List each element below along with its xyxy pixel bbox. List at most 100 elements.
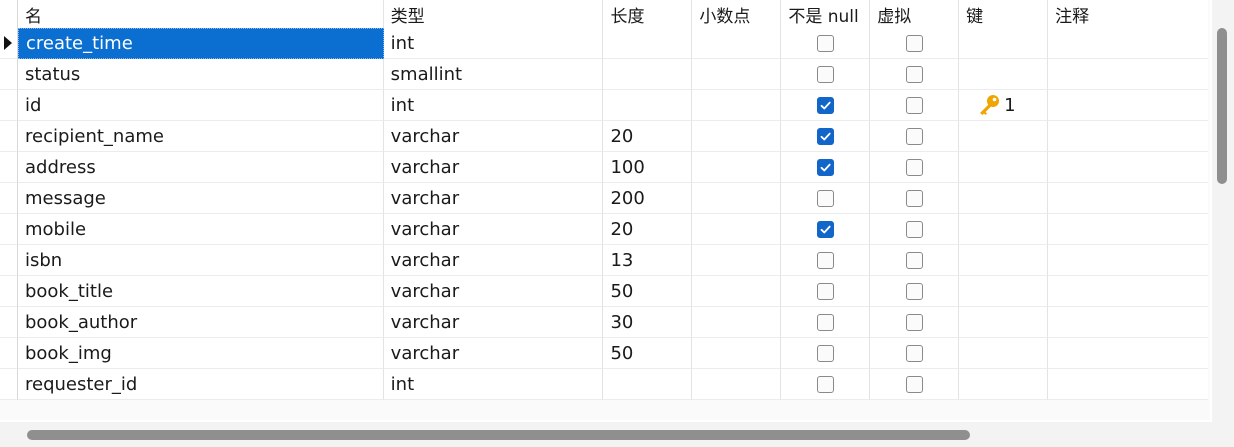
header-decimals[interactable]: 小数点 [692,0,782,28]
table-row[interactable]: status smallint [0,59,1208,90]
row-indicator-cell[interactable] [0,245,18,276]
comment-cell[interactable] [1048,245,1208,276]
table-row[interactable]: book_author varchar 30 [0,307,1208,338]
field-decimals-cell[interactable] [692,214,782,245]
not-null-checkbox[interactable] [816,34,834,52]
key-cell[interactable] [959,214,1049,245]
field-type-cell[interactable]: varchar [383,276,604,307]
field-decimals-cell[interactable] [692,152,782,183]
field-decimals-cell[interactable] [692,90,782,121]
key-cell[interactable] [959,245,1049,276]
not-null-checkbox[interactable] [816,189,834,207]
field-decimals-cell[interactable] [692,338,782,369]
row-indicator-cell[interactable] [0,214,18,245]
field-type-cell[interactable]: int [383,90,604,121]
header-virtual[interactable]: 虚拟 [870,0,960,28]
table-row[interactable]: address varchar 100 [0,152,1208,183]
key-cell[interactable] [959,28,1049,59]
table-row[interactable]: mobile varchar 20 [0,214,1208,245]
comment-cell[interactable] [1048,307,1208,338]
comment-cell[interactable] [1048,28,1208,59]
field-name-cell[interactable]: isbn [17,245,384,276]
row-indicator-cell[interactable] [0,59,18,90]
row-indicator-cell[interactable] [0,369,18,400]
virtual-checkbox[interactable] [905,158,923,176]
comment-cell[interactable] [1048,90,1208,121]
field-name-cell[interactable]: recipient_name [17,121,384,152]
field-name-cell[interactable]: mobile [17,214,384,245]
field-decimals-cell[interactable] [692,121,782,152]
not-null-checkbox[interactable] [816,127,834,145]
virtual-checkbox[interactable] [905,313,923,331]
row-indicator-cell[interactable] [0,183,18,214]
key-cell[interactable] [959,59,1049,90]
field-type-cell[interactable]: int [383,28,604,59]
virtual-checkbox[interactable] [905,127,923,145]
key-cell[interactable]: 1 [959,90,1049,121]
field-length-cell[interactable]: 20 [603,214,693,245]
virtual-checkbox[interactable] [905,344,923,362]
field-decimals-cell[interactable] [692,183,782,214]
field-type-cell[interactable]: varchar [383,214,604,245]
row-indicator-cell[interactable] [0,152,18,183]
comment-cell[interactable] [1048,338,1208,369]
virtual-checkbox[interactable] [905,65,923,83]
row-indicator-cell[interactable] [0,90,18,121]
field-name-cell[interactable]: book_title [17,276,384,307]
field-type-cell[interactable]: varchar [383,152,604,183]
row-indicator-cell[interactable] [0,121,18,152]
header-length[interactable]: 长度 [603,0,693,28]
field-name-cell[interactable]: message [17,183,384,214]
not-null-checkbox[interactable] [816,344,834,362]
field-decimals-cell[interactable] [692,28,782,59]
field-length-cell[interactable] [603,28,693,59]
not-null-checkbox[interactable] [816,220,834,238]
field-type-cell[interactable]: smallint [383,59,604,90]
table-row[interactable]: recipient_name varchar 20 [0,121,1208,152]
key-cell[interactable] [959,276,1049,307]
key-cell[interactable] [959,152,1049,183]
virtual-checkbox[interactable] [905,282,923,300]
virtual-checkbox[interactable] [905,375,923,393]
header-key[interactable]: 键 [959,0,1049,28]
table-row[interactable]: id int 1 [0,90,1208,121]
horizontal-scrollbar-thumb[interactable] [27,430,970,440]
table-row[interactable]: requester_id int [0,369,1208,400]
virtual-checkbox[interactable] [905,251,923,269]
virtual-checkbox[interactable] [905,34,923,52]
field-length-cell[interactable]: 50 [603,338,693,369]
not-null-checkbox[interactable] [816,96,834,114]
key-cell[interactable] [959,369,1049,400]
table-row[interactable]: create_time int [0,28,1208,59]
field-length-cell[interactable]: 20 [603,121,693,152]
table-row[interactable]: book_img varchar 50 [0,338,1208,369]
field-type-cell[interactable]: int [383,369,604,400]
field-decimals-cell[interactable] [692,307,782,338]
field-length-cell[interactable] [603,369,693,400]
not-null-checkbox[interactable] [816,158,834,176]
not-null-checkbox[interactable] [816,65,834,83]
not-null-checkbox[interactable] [816,282,834,300]
table-row[interactable]: message varchar 200 [0,183,1208,214]
field-type-cell[interactable]: varchar [383,338,604,369]
field-length-cell[interactable]: 200 [603,183,693,214]
comment-cell[interactable] [1048,276,1208,307]
not-null-checkbox[interactable] [816,375,834,393]
field-name-cell[interactable]: status [17,59,384,90]
header-type[interactable]: 类型 [383,0,604,28]
field-type-cell[interactable]: varchar [383,121,604,152]
virtual-checkbox[interactable] [905,96,923,114]
field-decimals-cell[interactable] [692,59,782,90]
field-decimals-cell[interactable] [692,245,782,276]
field-type-cell[interactable]: varchar [383,183,604,214]
field-length-cell[interactable]: 100 [603,152,693,183]
key-cell[interactable] [959,307,1049,338]
field-length-cell[interactable] [603,90,693,121]
not-null-checkbox[interactable] [816,251,834,269]
field-name-cell[interactable]: book_img [17,338,384,369]
header-name[interactable]: 名 [17,0,384,28]
field-type-cell[interactable]: varchar [383,307,604,338]
table-row[interactable]: isbn varchar 13 [0,245,1208,276]
field-length-cell[interactable] [603,59,693,90]
field-decimals-cell[interactable] [692,276,782,307]
